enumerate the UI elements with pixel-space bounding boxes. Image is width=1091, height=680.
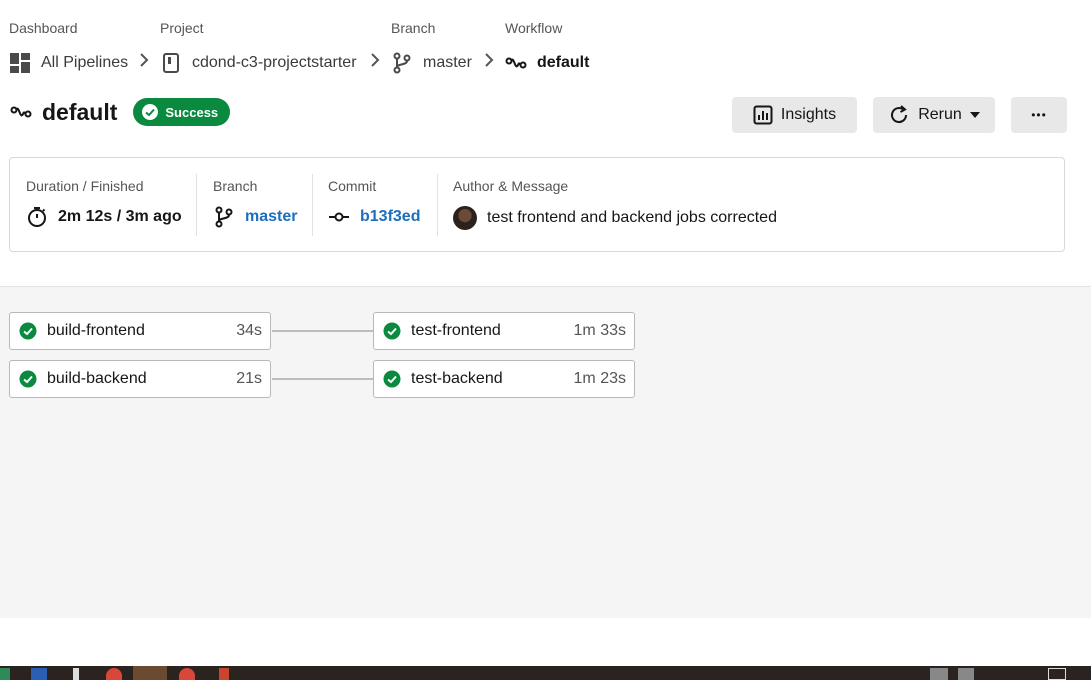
job-connector (272, 378, 373, 380)
volume-icon[interactable] (958, 668, 974, 680)
insights-button[interactable]: Insights (732, 97, 857, 133)
breadcrumb-dashboard-value: All Pipelines (41, 54, 129, 71)
job-duration: 21s (236, 370, 262, 387)
taskbar-app-icon[interactable] (219, 668, 229, 680)
insights-button-label: Insights (780, 106, 837, 123)
duration-value: 2m 12s / 3m ago (58, 208, 182, 225)
breadcrumb-branch-label: Branch (391, 20, 436, 36)
check-circle-icon (383, 370, 401, 388)
branch-icon (215, 206, 233, 228)
job-test-backend[interactable]: test-backend 1m 23s (373, 360, 635, 398)
divider (312, 174, 313, 236)
chevron-right-icon (485, 53, 494, 67)
breadcrumb-dashboard[interactable]: Dashboard All Pipelines (9, 20, 128, 74)
job-duration: 1m 23s (573, 370, 626, 387)
breadcrumb-branch-value: master (423, 54, 472, 71)
page-header: default Success (10, 98, 231, 126)
branch-link[interactable]: master (245, 208, 297, 226)
breadcrumb-project[interactable]: Project cdond-c3-projectstarter (160, 20, 357, 74)
avatar (453, 206, 477, 230)
breadcrumb-workflow[interactable]: Workflow default (505, 20, 589, 74)
caret-down-icon (969, 112, 980, 118)
status-badge: Success (133, 98, 231, 126)
dashboard-grid-icon (9, 52, 31, 74)
job-connector (272, 330, 373, 332)
job-build-frontend[interactable]: build-frontend 34s (9, 312, 271, 350)
branch-icon (391, 52, 413, 74)
divider (437, 174, 438, 236)
taskbar-app-icon[interactable] (73, 668, 79, 680)
commit-label: Commit (328, 178, 377, 194)
chevron-right-icon (140, 53, 149, 67)
breadcrumb-workflow-label: Workflow (505, 20, 563, 36)
commit-icon (329, 212, 349, 222)
check-circle-icon (19, 322, 37, 340)
repository-icon (160, 52, 182, 74)
workflow-icon (505, 52, 527, 74)
chevron-right-icon (371, 53, 380, 67)
commit-link[interactable]: b13f3ed (360, 208, 420, 226)
duration-label: Duration / Finished (26, 178, 144, 194)
job-name: test-backend (411, 370, 503, 387)
stopwatch-icon (28, 207, 46, 227)
job-duration: 1m 33s (573, 322, 626, 339)
rerun-icon (891, 105, 908, 124)
page-title: default (42, 98, 118, 125)
breadcrumb-branch[interactable]: Branch master (391, 20, 472, 74)
workflow-icon (10, 101, 32, 123)
job-name: test-frontend (411, 322, 501, 339)
breadcrumb: Dashboard All Pipelines Project cdond-c3… (0, 0, 1091, 90)
workflow-summary-card: Duration / Finished 2m 12s / 3m ago Bran… (9, 157, 1065, 252)
commit-message: test frontend and backend jobs corrected (487, 209, 777, 226)
insights-chart-icon (753, 105, 773, 125)
branch-label: Branch (213, 178, 258, 194)
check-circle-icon (19, 370, 37, 388)
rerun-button[interactable]: Rerun (873, 97, 995, 133)
job-test-frontend[interactable]: test-frontend 1m 33s (373, 312, 635, 350)
job-build-backend[interactable]: build-backend 21s (9, 360, 271, 398)
check-circle-icon (142, 104, 159, 120)
system-tray-icons[interactable] (930, 668, 948, 680)
chrome-app-icon[interactable] (179, 668, 195, 680)
chrome-app-icon[interactable] (106, 668, 122, 680)
breadcrumb-project-label: Project (160, 20, 204, 36)
more-options-button[interactable]: ••• (1011, 97, 1067, 133)
workflow-graph: build-frontend 34s test-frontend 1m 33s … (0, 286, 1091, 618)
vscode-app-icon[interactable] (133, 666, 167, 680)
os-taskbar (0, 666, 1091, 680)
status-badge-label: Success (165, 104, 219, 120)
taskbar-app-icon[interactable] (0, 668, 10, 680)
notifications-icon[interactable] (1048, 668, 1066, 680)
word-app-icon[interactable] (31, 668, 47, 680)
author-label: Author & Message (453, 178, 569, 194)
job-name: build-frontend (47, 322, 145, 339)
more-options-icon: ••• (1031, 108, 1047, 122)
job-duration: 34s (236, 322, 262, 339)
check-circle-icon (383, 322, 401, 340)
divider (196, 174, 197, 236)
breadcrumb-workflow-value: default (537, 54, 590, 71)
breadcrumb-dashboard-label: Dashboard (9, 20, 78, 36)
rerun-button-label: Rerun (918, 106, 962, 123)
breadcrumb-project-value: cdond-c3-projectstarter (192, 54, 357, 71)
job-name: build-backend (47, 370, 147, 387)
